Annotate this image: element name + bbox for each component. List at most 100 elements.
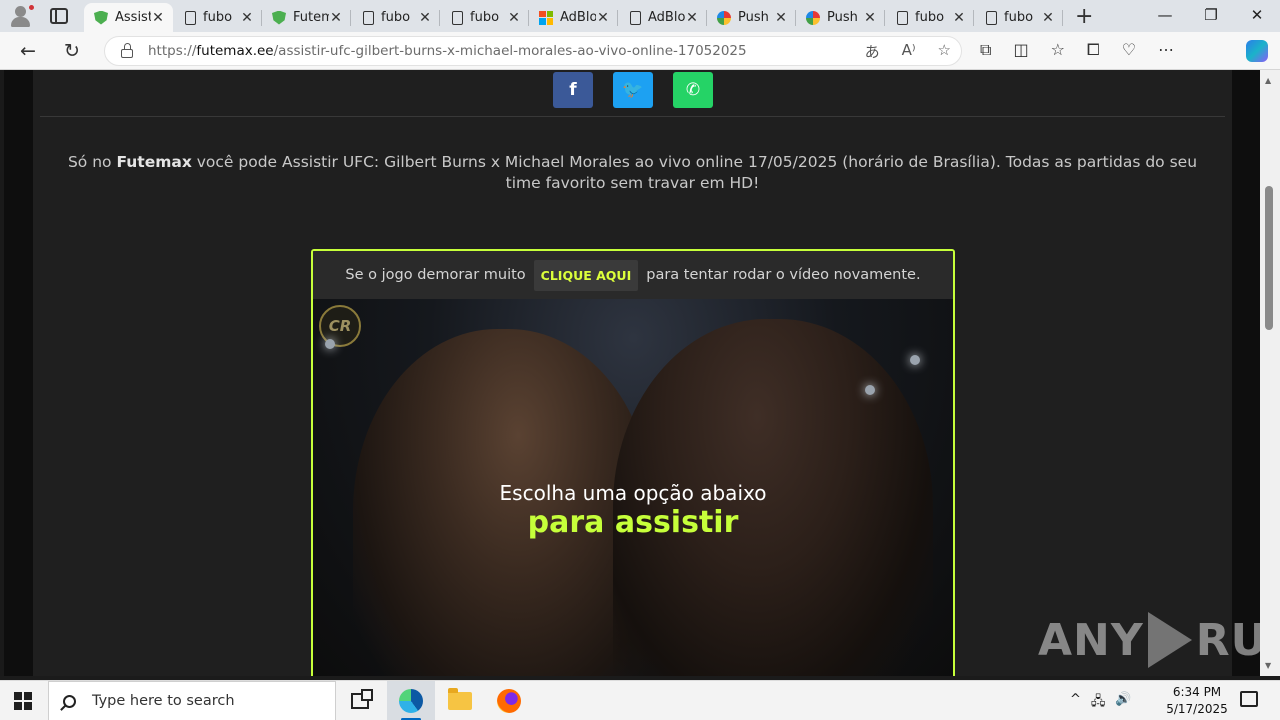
arena-light (910, 355, 920, 365)
whatsapp-share-button[interactable]: ✆ (673, 72, 713, 108)
url-text[interactable]: https://futemax.ee/assistir-ufc-gilbert-… (148, 43, 747, 59)
video-poster[interactable]: CR Escolha uma opção abaixo para assisti… (313, 299, 953, 676)
back-button[interactable]: ← (16, 39, 40, 63)
intro-body: você pode Assistir UFC: Gilbert Burns x … (191, 153, 1198, 192)
collections-icon[interactable]: ⧠ (1087, 40, 1100, 60)
play-icon (1147, 612, 1192, 668)
shield-icon (272, 10, 286, 25)
close-tab-icon[interactable]: ✕ (1041, 10, 1055, 26)
document-icon (452, 10, 463, 25)
scroll-down-icon[interactable]: ▼ (1265, 661, 1271, 670)
taskbar-clock[interactable]: 6:34 PM 5/17/2025 (1162, 684, 1232, 718)
read-aloud-icon[interactable]: A⁾ (902, 41, 916, 62)
tab-label: fubo (915, 10, 945, 25)
tab-fubo-1[interactable]: fubo ✕ (173, 3, 262, 32)
task-view-button[interactable] (336, 681, 384, 720)
tab-push-1[interactable]: Push ✕ (707, 3, 796, 32)
performance-icon[interactable]: ♡ (1122, 40, 1136, 60)
facebook-share-button[interactable]: f (553, 72, 593, 108)
tab-adblock-2[interactable]: AdBlock ✕ (618, 3, 707, 32)
taskbar-firefox[interactable] (485, 681, 533, 720)
close-tab-icon[interactable]: ✕ (240, 10, 254, 26)
show-hidden-icons-chevron[interactable]: ^ (1070, 692, 1081, 714)
close-tab-icon[interactable]: ✕ (418, 10, 432, 26)
volume-icon[interactable]: 🔊 (1115, 692, 1131, 714)
omnibox-actions: あ A⁾ ☆ (865, 41, 951, 62)
restore-button[interactable]: ❐ (1188, 6, 1234, 24)
windows-start-icon[interactable] (14, 692, 32, 710)
taskbar-file-explorer[interactable] (436, 681, 484, 720)
document-icon (185, 10, 196, 25)
twitter-share-button[interactable]: 🐦 (613, 72, 653, 108)
tab-actions-icon[interactable] (50, 8, 68, 24)
brand-name: Futemax (116, 153, 192, 171)
settings-menu-icon[interactable]: ⋯ (1158, 40, 1174, 60)
notification-center-icon[interactable] (1240, 691, 1258, 707)
extensions-icon[interactable]: ⧉ (980, 40, 991, 60)
tab-label: fubo (1004, 10, 1034, 25)
tab-push-2[interactable]: Push ✕ (796, 3, 885, 32)
close-tab-icon[interactable]: ✕ (685, 10, 699, 26)
close-tab-icon[interactable]: ✕ (952, 10, 966, 26)
notice-after: para tentar rodar o vídeo novamente. (646, 267, 921, 283)
taskbar-search-box[interactable]: Type here to search (48, 681, 336, 720)
folder-icon (448, 688, 472, 710)
edge-icon (399, 689, 423, 713)
scroll-up-icon[interactable]: ▲ (1265, 76, 1271, 85)
notice-before: Se o jogo demorar muito (345, 267, 526, 283)
tab-label: Assistir (115, 10, 151, 25)
tab-fubo-4[interactable]: fubo ✕ (885, 3, 974, 32)
system-tray: ^ 🖧 🔊 (1070, 692, 1132, 714)
clock-date: 5/17/2025 (1166, 702, 1228, 716)
close-tab-icon[interactable]: ✕ (151, 10, 165, 26)
network-icon[interactable]: 🖧 (1091, 692, 1106, 714)
anyrun-watermark: ANY RUN (1038, 610, 1280, 670)
firefox-icon (497, 689, 521, 713)
profile-avatar-icon[interactable] (8, 4, 35, 28)
toolbar-actions: ⧉ ◫ ☆ ⧠ ♡ ⋯ (980, 40, 1174, 60)
address-bar[interactable]: https://futemax.ee/assistir-ufc-gilbert-… (104, 36, 962, 66)
web-page: f 🐦 ✆ Só no Futemax você pode Assistir U… (0, 70, 1280, 676)
overlay-subheading: para assistir (527, 505, 739, 540)
tab-fubo-2[interactable]: fubo ✕ (351, 3, 440, 32)
taskbar-edge[interactable] (387, 681, 435, 720)
tab-assistir[interactable]: Assistir ✕ (84, 3, 173, 32)
tab-fubo-5[interactable]: fubo ✕ (974, 3, 1063, 32)
arena-light (865, 385, 875, 395)
url-scheme: https:// (148, 43, 197, 59)
video-player[interactable]: Se o jogo demorar muito CLIQUE AQUI para… (311, 249, 955, 676)
tab-label: Push (738, 10, 769, 25)
tab-label: AdBlock (648, 10, 685, 25)
tab-adblock-1[interactable]: AdBlock ✕ (529, 3, 618, 32)
arena-light (325, 339, 335, 349)
tab-label: fubo (470, 10, 500, 25)
close-tab-icon[interactable]: ✕ (507, 10, 521, 26)
close-tab-icon[interactable]: ✕ (329, 10, 343, 26)
tab-label: Futemax (293, 10, 329, 25)
tab-futemax[interactable]: Futemax ✕ (262, 3, 351, 32)
url-path: /assistir-ufc-gilbert-burns-x-michael-mo… (273, 43, 747, 59)
minimize-button[interactable]: — (1142, 6, 1188, 24)
split-screen-icon[interactable]: ◫ (1013, 40, 1028, 60)
task-view-icon (351, 689, 373, 709)
lock-icon[interactable] (121, 43, 133, 58)
close-tab-icon[interactable]: ✕ (774, 10, 788, 26)
new-tab-button[interactable]: + (1075, 4, 1093, 29)
close-tab-icon[interactable]: ✕ (863, 10, 877, 26)
clock-time: 6:34 PM (1172, 685, 1222, 699)
reload-button[interactable]: ↻ (60, 39, 84, 63)
click-here-button[interactable]: CLIQUE AQUI (533, 259, 639, 291)
add-favorite-icon[interactable]: ☆ (938, 41, 951, 62)
close-window-button[interactable]: ✕ (1234, 6, 1280, 24)
microsoft-icon (539, 10, 553, 25)
translate-icon[interactable]: あ (865, 41, 880, 62)
copilot-icon[interactable] (1246, 40, 1268, 62)
close-tab-icon[interactable]: ✕ (596, 10, 610, 26)
favorites-icon[interactable]: ☆ (1051, 40, 1065, 60)
tab-fubo-3[interactable]: fubo ✕ (440, 3, 529, 32)
intro-text: Só no Futemax você pode Assistir UFC: Gi… (55, 152, 1210, 194)
scrollbar-thumb[interactable] (1265, 186, 1273, 330)
page-scrollbar[interactable]: ▲ ▼ (1260, 70, 1280, 676)
browser-toolbar: ← ↻ https://futemax.ee/assistir-ufc-gilb… (0, 32, 1280, 70)
tab-label: AdBlock (560, 10, 596, 25)
